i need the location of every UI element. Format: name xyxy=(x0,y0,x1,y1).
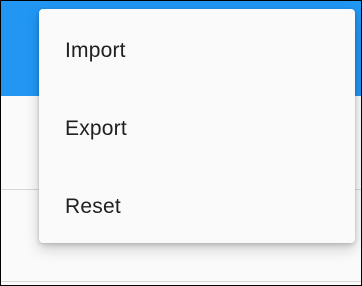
menu-item-label: Reset xyxy=(65,195,121,218)
list-divider xyxy=(1,281,361,282)
menu-item-label: Export xyxy=(65,117,127,140)
overflow-menu: Import Export Reset xyxy=(39,9,355,243)
menu-item-import[interactable]: Import xyxy=(39,12,355,90)
screen-frame: Import Export Reset xyxy=(0,0,362,286)
menu-item-export[interactable]: Export xyxy=(39,90,355,168)
menu-item-reset[interactable]: Reset xyxy=(39,168,355,246)
menu-item-label: Import xyxy=(65,39,126,62)
